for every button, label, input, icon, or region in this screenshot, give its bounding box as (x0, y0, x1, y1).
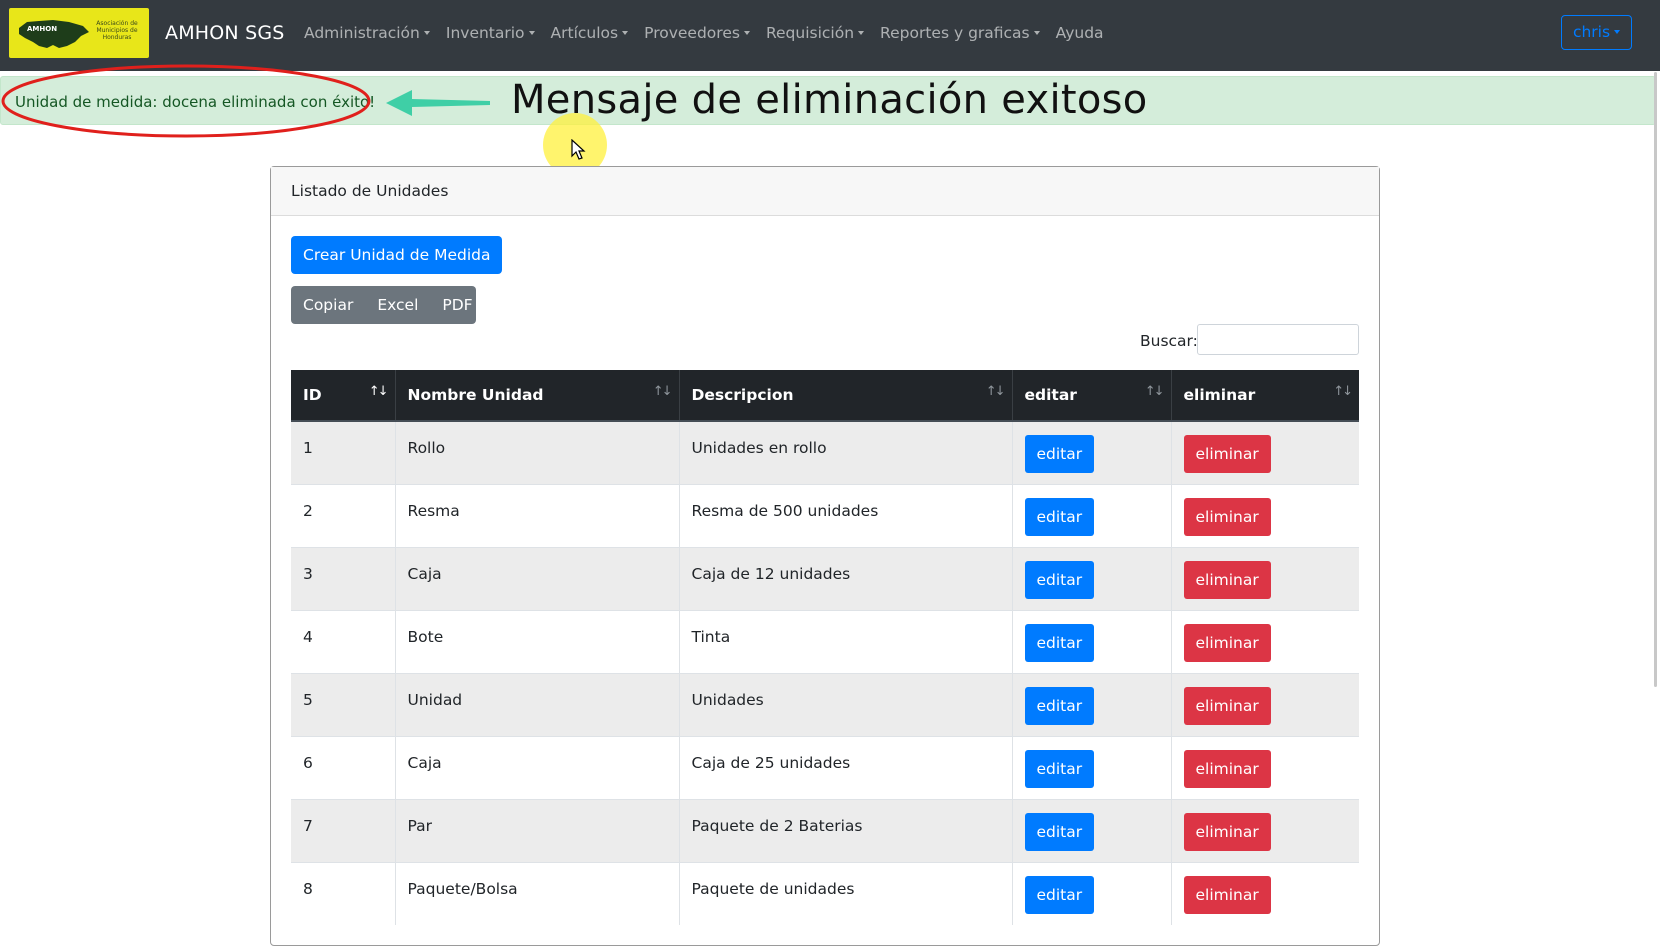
caret-down-icon (622, 31, 629, 35)
sort-icon: ↑↓ (1333, 384, 1353, 399)
cell-id: 6 (291, 735, 396, 799)
cell-description: Resma de 500 unidades (679, 483, 1013, 547)
cell-id: 3 (291, 546, 396, 610)
cell-name: Unidad (395, 672, 680, 736)
column-header-nombre[interactable]: Nombre Unidad ↑↓ (395, 370, 680, 422)
edit-button[interactable]: editar (1024, 497, 1095, 536)
menu-requisicion[interactable]: Requisición (766, 24, 865, 42)
navbar: AMHON Asociación de Municipios de Hondur… (0, 0, 1660, 71)
caret-down-icon (743, 31, 750, 35)
table-row: 5 Unidad Unidades editar eliminar (291, 672, 1359, 736)
column-header-eliminar[interactable]: eliminar ↑↓ (1171, 370, 1359, 422)
cell-name: Resma (395, 483, 680, 547)
cell-description: Paquete de unidades (679, 861, 1013, 925)
cell-id: 1 (291, 420, 396, 484)
search-label: Buscar: (1140, 332, 1198, 350)
units-card: Listado de Unidades Crear Unidad de Medi… (270, 166, 1380, 946)
table-row: 2 Resma Resma de 500 unidades editar eli… (291, 483, 1359, 547)
table-row: 6 Caja Caja de 25 unidades editar elimin… (291, 735, 1359, 799)
delete-button[interactable]: eliminar (1183, 749, 1271, 788)
table-header-row: ID ↑↓ Nombre Unidad ↑↓ Descripcion ↑↓ edita… (291, 370, 1359, 422)
cell-name: Caja (395, 735, 680, 799)
page-scrollbar[interactable] (1654, 72, 1657, 687)
edit-button[interactable]: editar (1024, 749, 1095, 788)
column-header-descripcion[interactable]: Descripcion ↑↓ (679, 370, 1013, 422)
table-row: 8 Paquete/Bolsa Paquete de unidades edit… (291, 861, 1359, 925)
edit-button[interactable]: editar (1024, 560, 1095, 599)
search-input[interactable] (1197, 324, 1359, 355)
export-button-group: Copiar Excel PDF (291, 286, 476, 324)
delete-button[interactable]: eliminar (1183, 623, 1271, 662)
column-header-id[interactable]: ID ↑↓ (291, 370, 396, 422)
units-table: ID ↑↓ Nombre Unidad ↑↓ Descripcion ↑↓ edita… (291, 370, 1359, 925)
sort-icon: ↑↓ (1144, 384, 1165, 399)
sort-icon: ↑↓ (368, 384, 389, 399)
copy-button[interactable]: Copiar (303, 296, 353, 314)
edit-button[interactable]: editar (1024, 623, 1095, 662)
table-row: 4 Bote Tinta editar eliminar (291, 609, 1359, 673)
main-menu: Administración Inventario Artículos Prov… (304, 24, 1120, 42)
cell-name: Caja (395, 546, 680, 610)
logo-subtext: Asociación de Municipios de Honduras (96, 20, 138, 41)
table-row: 3 Caja Caja de 12 unidades editar elimin… (291, 546, 1359, 610)
card-title: Listado de Unidades (271, 167, 1379, 216)
caret-down-icon (1614, 30, 1621, 34)
user-dropdown-button[interactable]: chris (1561, 15, 1632, 50)
menu-administracion[interactable]: Administración (304, 24, 430, 42)
mouse-pointer-icon (571, 139, 586, 160)
cell-description: Unidades en rollo (679, 420, 1013, 484)
cell-id: 4 (291, 609, 396, 673)
annotation-ellipse (1, 64, 371, 138)
column-header-editar[interactable]: editar ↑↓ (1012, 370, 1172, 422)
caret-down-icon (858, 31, 865, 35)
cell-description: Caja de 12 unidades (679, 546, 1013, 610)
edit-button[interactable]: editar (1024, 686, 1095, 725)
annotation-arrow-icon (386, 90, 490, 116)
menu-ayuda[interactable]: Ayuda (1056, 24, 1104, 42)
delete-button[interactable]: eliminar (1183, 497, 1271, 536)
edit-button[interactable]: editar (1024, 875, 1095, 914)
cell-id: 5 (291, 672, 396, 736)
edit-button[interactable]: editar (1024, 435, 1095, 473)
cell-description: Tinta (679, 609, 1013, 673)
delete-button[interactable]: eliminar (1183, 560, 1271, 599)
caret-down-icon (1033, 31, 1040, 35)
create-unit-button[interactable]: Crear Unidad de Medida (291, 236, 503, 274)
cell-id: 8 (291, 861, 396, 925)
menu-proveedores[interactable]: Proveedores (644, 24, 750, 42)
sort-icon: ↑↓ (652, 384, 673, 399)
cell-description: Unidades (679, 672, 1013, 736)
logo-text: AMHON (27, 25, 58, 33)
delete-button[interactable]: eliminar (1183, 686, 1271, 725)
delete-button[interactable]: eliminar (1183, 812, 1271, 851)
cell-name: Paquete/Bolsa (395, 861, 680, 925)
logo[interactable]: AMHON Asociación de Municipios de Hondur… (9, 8, 149, 58)
caret-down-icon (528, 31, 535, 35)
pdf-button[interactable]: PDF (442, 296, 472, 314)
table-row: 1 Rollo Unidades en rollo editar elimina… (291, 420, 1359, 484)
cell-name: Par (395, 798, 680, 862)
delete-button[interactable]: eliminar (1183, 875, 1271, 914)
edit-button[interactable]: editar (1024, 812, 1095, 851)
cell-name: Rollo (395, 420, 680, 484)
cell-id: 7 (291, 798, 396, 862)
menu-inventario[interactable]: Inventario (446, 24, 535, 42)
sort-icon: ↑↓ (985, 384, 1006, 399)
table-row: 7 Par Paquete de 2 Baterias editar elimi… (291, 798, 1359, 862)
menu-articulos[interactable]: Artículos (551, 24, 629, 42)
cell-id: 2 (291, 483, 396, 547)
cell-description: Caja de 25 unidades (679, 735, 1013, 799)
cell-description: Paquete de 2 Baterias (679, 798, 1013, 862)
brand-title[interactable]: AMHON SGS (165, 22, 285, 44)
annotation-label: Mensaje de eliminación exitoso (511, 77, 1148, 123)
excel-button[interactable]: Excel (377, 296, 418, 314)
menu-reportes[interactable]: Reportes y graficas (880, 24, 1040, 42)
caret-down-icon (423, 31, 430, 35)
delete-button[interactable]: eliminar (1183, 435, 1271, 473)
cell-name: Bote (395, 609, 680, 673)
